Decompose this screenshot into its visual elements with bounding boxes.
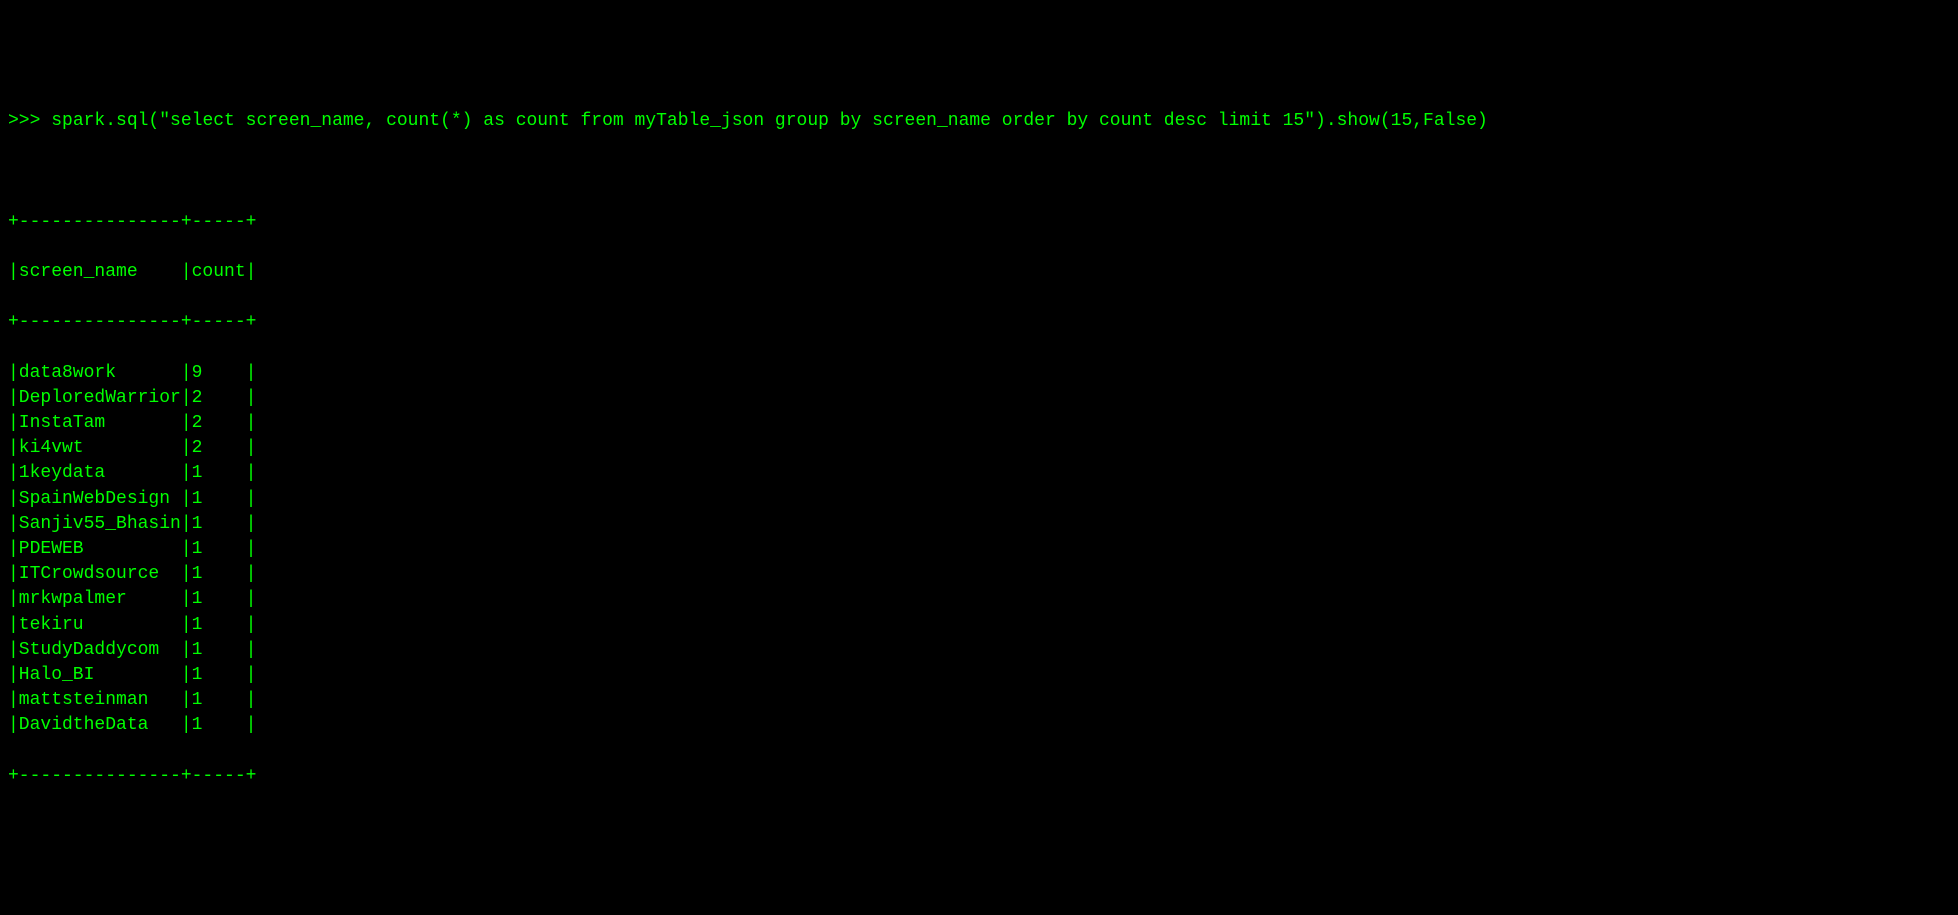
table-row: |DeploredWarrior|2 | [8, 386, 1950, 411]
table-row: |ITCrowdsource |1 | [8, 562, 1950, 587]
table-row: |mrkwpalmer |1 | [8, 587, 1950, 612]
table-border-bot: +---------------+-----+ [8, 764, 1950, 789]
prompt: >>> [8, 111, 51, 131]
table-header: |screen_name |count| [8, 260, 1950, 285]
table-row: |Halo_BI |1 | [8, 663, 1950, 688]
table-row: |data8work |9 | [8, 361, 1950, 386]
table-row: |Sanjiv55_Bhasin|1 | [8, 512, 1950, 537]
table-row: |mattsteinman |1 | [8, 688, 1950, 713]
table-row: |DavidtheData |1 | [8, 713, 1950, 738]
table-row: |SpainWebDesign |1 | [8, 487, 1950, 512]
table-row: |StudyDaddycom |1 | [8, 638, 1950, 663]
command-line[interactable]: >>> spark.sql("select screen_name, count… [8, 109, 1950, 134]
blank-line [8, 159, 1950, 184]
table-border-mid: +---------------+-----+ [8, 310, 1950, 335]
table-row: |InstaTam |2 | [8, 411, 1950, 436]
table-row: |1keydata |1 | [8, 461, 1950, 486]
table-row: |tekiru |1 | [8, 613, 1950, 638]
table-row: |PDEWEB |1 | [8, 537, 1950, 562]
table-body: |data8work |9 ||DeploredWarrior|2 ||Inst… [8, 361, 1950, 739]
table-border-top: +---------------+-----+ [8, 210, 1950, 235]
command-text: spark.sql("select screen_name, count(*) … [51, 111, 1488, 131]
table-row: |ki4vwt |2 | [8, 436, 1950, 461]
